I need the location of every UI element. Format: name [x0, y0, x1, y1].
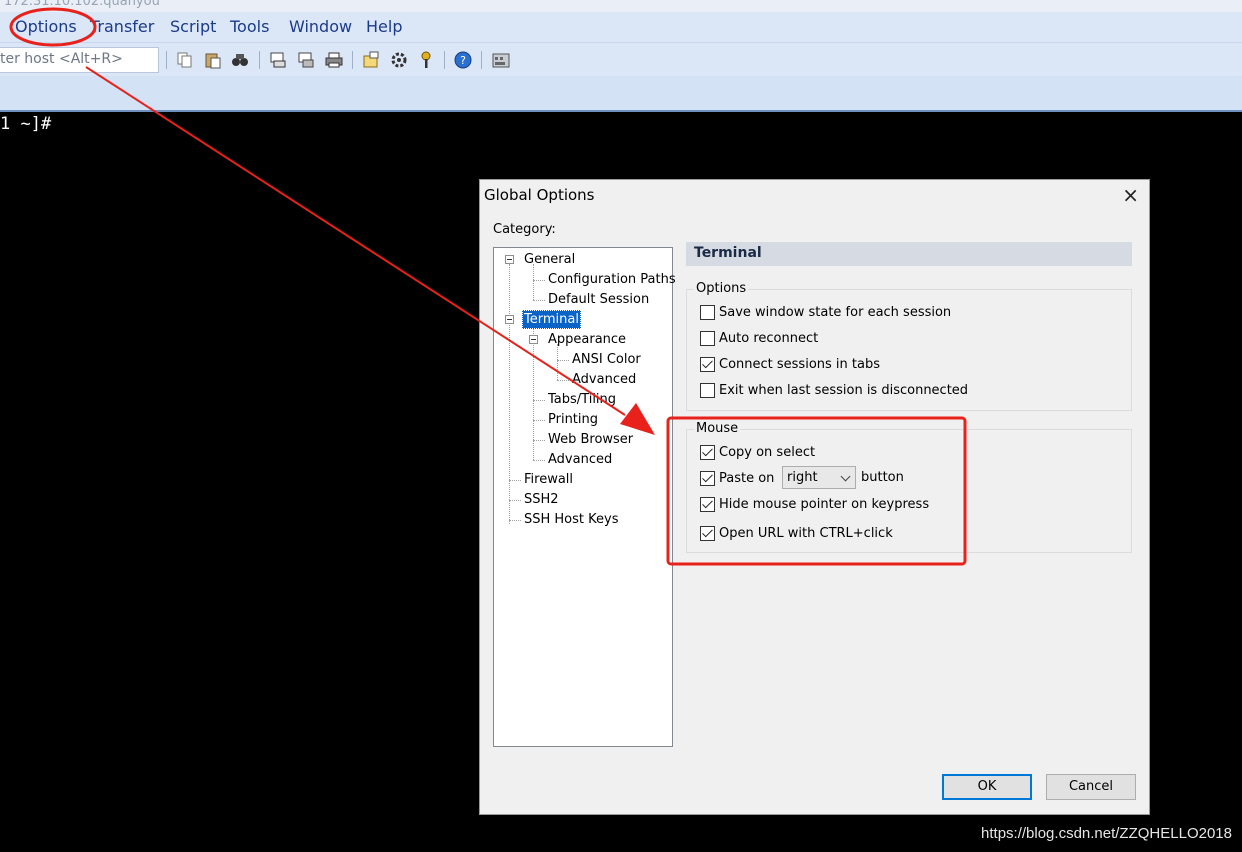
connect-in-tabs-label: Connect sessions in tabs: [719, 357, 880, 372]
menu-script[interactable]: Script: [170, 17, 216, 36]
tree-item-web-browser[interactable]: Web Browser: [547, 431, 634, 448]
tree-line: [533, 280, 545, 281]
menu-bar: Options Transfer Script Tools Window Hel…: [0, 12, 1242, 42]
copy-on-select-label: Copy on select: [719, 445, 816, 460]
save-window-state-label: Save window state for each session: [719, 305, 952, 320]
open-url-label: Open URL with CTRL+click: [719, 526, 893, 541]
tree-line: [533, 460, 545, 461]
cancel-button[interactable]: Cancel: [1046, 774, 1136, 800]
open-url-checkbox[interactable]: [700, 526, 715, 541]
collapse-general-toggle[interactable]: [505, 255, 514, 264]
paste-on-suffix: button: [861, 470, 904, 485]
hide-pointer-checkbox[interactable]: [700, 497, 715, 512]
paste-on-label: Paste on: [719, 471, 775, 486]
auto-reconnect-label: Auto reconnect: [719, 331, 819, 346]
menu-tools[interactable]: Tools: [230, 17, 269, 36]
key-icon[interactable]: [417, 51, 435, 69]
copy-on-select-checkbox[interactable]: [700, 445, 715, 460]
session-options-icon[interactable]: [362, 51, 380, 69]
collapse-appearance-toggle[interactable]: [529, 335, 538, 344]
tree-item-firewall[interactable]: Firewall: [523, 471, 574, 488]
toolbar-separator: [481, 51, 482, 69]
tree-item-printing[interactable]: Printing: [547, 411, 599, 428]
options-group-label: Options: [694, 281, 749, 296]
mouse-group-label: Mouse: [694, 421, 741, 436]
shell-prompt: 1 ~]#: [0, 114, 52, 134]
toolbar-separator: [444, 51, 445, 69]
tree-item-configuration-paths[interactable]: Configuration Paths: [547, 271, 677, 288]
tree-line: [533, 440, 545, 441]
save-window-state-checkbox[interactable]: [700, 305, 715, 320]
keymap-icon[interactable]: [492, 51, 510, 69]
exit-when-disconnected-checkbox[interactable]: [700, 383, 715, 398]
chevron-down-icon: [840, 471, 851, 482]
paste-icon[interactable]: [204, 51, 222, 69]
watermark: https://blog.csdn.net/ZZQHELLO2018: [981, 825, 1232, 842]
find-icon[interactable]: [231, 51, 249, 69]
help-icon[interactable]: ?: [454, 51, 472, 69]
tree-item-default-session[interactable]: Default Session: [547, 291, 650, 308]
paste-button-value: right: [787, 470, 818, 485]
connect-in-tabs-checkbox[interactable]: [700, 357, 715, 372]
category-tree[interactable]: General Configuration Paths Default Sess…: [493, 247, 676, 747]
menu-options[interactable]: Options: [15, 17, 77, 36]
tree-line: [509, 500, 521, 501]
collapse-terminal-toggle[interactable]: [505, 315, 514, 324]
section-header: Terminal: [686, 242, 1132, 266]
auto-reconnect-checkbox[interactable]: [700, 331, 715, 346]
quick-connect-placeholder: ter host <Alt+R>: [0, 51, 123, 67]
tree-line: [533, 420, 545, 421]
tree-line: [533, 300, 545, 301]
tree-item-terminal-advanced[interactable]: Advanced: [547, 451, 613, 468]
category-label: Category:: [493, 222, 556, 237]
ok-button[interactable]: OK: [942, 774, 1032, 800]
global-options-icon[interactable]: [390, 51, 408, 69]
session-tab-strip: [0, 76, 1242, 112]
tree-line: [509, 480, 521, 481]
tree-item-terminal[interactable]: Terminal: [522, 310, 581, 329]
section-title: Terminal: [694, 245, 762, 261]
toolbar: ter host <Alt+R> ?: [0, 42, 1242, 77]
tree-item-appearance[interactable]: Appearance: [547, 331, 627, 348]
print-selection-icon[interactable]: [297, 51, 315, 69]
menu-transfer[interactable]: Transfer: [90, 17, 154, 36]
tree-item-appearance-advanced[interactable]: Advanced: [571, 371, 637, 388]
menu-help[interactable]: Help: [366, 17, 402, 36]
exit-when-disconnected-label: Exit when last session is disconnected: [719, 383, 969, 398]
tree-line: [533, 400, 545, 401]
paste-on-checkbox[interactable]: [700, 471, 715, 486]
hide-pointer-label: Hide mouse pointer on keypress: [719, 497, 930, 512]
window-title: 172.31.10.102.quanyou: [4, 0, 160, 9]
tree-line: [509, 264, 510, 524]
tree-item-ssh-host-keys[interactable]: SSH Host Keys: [523, 511, 620, 528]
svg-text:?: ?: [460, 54, 466, 67]
tree-line: [509, 520, 521, 521]
quick-connect-input[interactable]: ter host <Alt+R>: [0, 47, 159, 73]
tree-line: [557, 360, 569, 361]
global-options-dialog: Global Options × Category: General Confi…: [479, 179, 1150, 815]
tree-item-ssh2[interactable]: SSH2: [523, 491, 560, 508]
toolbar-separator: [259, 51, 260, 69]
tree-line: [557, 344, 558, 380]
window-title-strip: 172.31.10.102.quanyou: [0, 0, 1242, 12]
tree-item-tabs-tiling[interactable]: Tabs/Tiling: [547, 391, 617, 408]
print-screen-icon[interactable]: [269, 51, 287, 69]
print-icon[interactable]: [325, 51, 343, 69]
paste-button-select[interactable]: right: [782, 466, 856, 489]
dialog-title: Global Options: [484, 186, 595, 204]
copy-icon[interactable]: [176, 51, 194, 69]
tree-item-ansi-color[interactable]: ANSI Color: [571, 351, 642, 368]
menu-window[interactable]: Window: [289, 17, 352, 36]
close-icon[interactable]: ×: [1122, 183, 1139, 207]
toolbar-separator: [166, 51, 167, 69]
toolbar-separator: [352, 51, 353, 69]
tree-item-general[interactable]: General: [523, 251, 576, 268]
tree-line: [557, 380, 569, 381]
tree-line: [533, 264, 534, 300]
